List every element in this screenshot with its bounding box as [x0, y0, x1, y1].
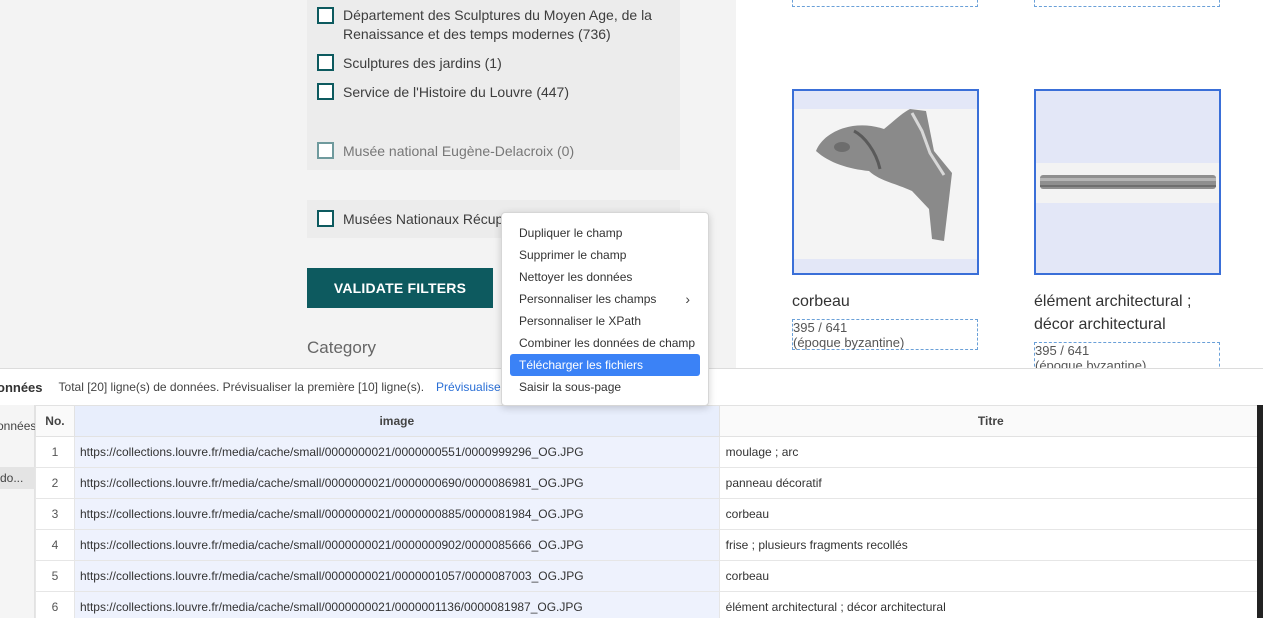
result-card-title[interactable]: corbeau [792, 290, 850, 313]
image-url-cell[interactable]: https://collections.louvre.fr/media/cach… [73, 436, 720, 468]
checkbox[interactable] [317, 54, 334, 71]
row-number: 5 [35, 560, 75, 592]
vertical-scrollbar[interactable] [1257, 405, 1263, 618]
image-url-cell[interactable]: https://collections.louvre.fr/media/cach… [73, 591, 720, 618]
column-header-image[interactable]: image [73, 405, 720, 437]
data-table: No. image Titre 1 https://collections.lo… [35, 405, 1263, 618]
menu-item-clean-data[interactable]: Nettoyer les données [510, 266, 700, 288]
menu-item-delete-field[interactable]: Supprimer le champ [510, 244, 700, 266]
column-header-no[interactable]: No. [35, 405, 75, 437]
menu-item-combine-field-data[interactable]: Combiner les données de champ [510, 332, 700, 354]
column-header-titre[interactable]: Titre [718, 405, 1263, 437]
filter-label: Musée national Eugène-Delacroix (0) [343, 143, 575, 159]
data-summary: Total [20] ligne(s) de données. Prévisua… [58, 380, 425, 394]
table-row: 1 https://collections.louvre.fr/media/ca… [35, 436, 1263, 468]
chevron-right-icon: › [685, 291, 690, 307]
table-row: 3 https://collections.louvre.fr/media/ca… [35, 498, 1263, 530]
category-heading: Category [307, 338, 376, 357]
row-number: 3 [35, 498, 75, 530]
row-number: 4 [35, 529, 75, 561]
titre-cell[interactable]: corbeau [718, 560, 1263, 592]
panel-sidebar: onnées do... [0, 405, 37, 618]
filter-option-delacroix[interactable]: Musée national Eugène-Delacroix (0) [317, 142, 574, 161]
image-url-cell[interactable]: https://collections.louvre.fr/media/cach… [73, 467, 720, 499]
menu-item-duplicate-field[interactable]: Dupliquer le champ [510, 222, 700, 244]
result-card-title[interactable]: élément architectural ; décor architectu… [1034, 290, 1191, 336]
checkbox[interactable] [317, 7, 334, 24]
architectural-element-image [1040, 175, 1216, 189]
result-card-meta: 395 / 641 (époque byzantine) [1034, 342, 1220, 368]
table-header-row: No. image Titre [35, 405, 1263, 437]
filter-option-musees-nationaux[interactable]: Musées Nationaux Récupé [317, 210, 511, 229]
sidebar-label: onnées [0, 419, 37, 433]
result-card-image[interactable] [1034, 89, 1221, 275]
titre-cell[interactable]: frise ; plusieurs fragments recollés [718, 529, 1263, 561]
menu-item-download-files[interactable]: Télécharger les fichiers [510, 354, 700, 376]
field-context-menu: Dupliquer le champ Supprimer le champ Ne… [501, 212, 709, 406]
panel-title: onnées [0, 379, 43, 395]
result-card-meta: 395 / 641 (époque byzantine) [792, 319, 978, 350]
menu-item-label: Personnaliser les champs [519, 292, 657, 306]
results-grid: corbeau 395 / 641 (époque byzantine) élé… [736, 0, 1263, 368]
titre-cell[interactable]: panneau décoratif [718, 467, 1263, 499]
sidebar-item[interactable]: do... [0, 467, 35, 489]
card-meta-partial [1034, 0, 1220, 7]
image-url-cell[interactable]: https://collections.louvre.fr/media/cach… [73, 529, 720, 561]
menu-item-capture-subpage[interactable]: Saisir la sous-page [510, 376, 700, 398]
checkbox[interactable] [317, 142, 334, 159]
filter-label: Sculptures des jardins (1) [343, 55, 502, 71]
row-number: 1 [35, 436, 75, 468]
menu-item-customize-xpath[interactable]: Personnaliser le XPath [510, 310, 700, 332]
image-url-cell[interactable]: https://collections.louvre.fr/media/cach… [73, 498, 720, 530]
filter-label: Musées Nationaux Récupé [343, 211, 512, 227]
result-card-image[interactable] [792, 89, 979, 275]
image-url-cell[interactable]: https://collections.louvre.fr/media/cach… [73, 560, 720, 592]
card-meta-partial [792, 0, 978, 7]
table-row: 5 https://collections.louvre.fr/media/ca… [35, 560, 1263, 592]
validate-filters-button[interactable]: VALIDATE FILTERS [307, 268, 493, 308]
filter-label: Département des Sculptures du Moyen Age,… [343, 7, 652, 42]
filter-label: Service de l'Histoire du Louvre (447) [343, 84, 570, 100]
checkbox[interactable] [317, 210, 334, 227]
checkbox[interactable] [317, 83, 334, 100]
table-row: 6 https://collections.louvre.fr/media/ca… [35, 591, 1263, 618]
row-number: 2 [35, 467, 75, 499]
titre-cell[interactable]: moulage ; arc [718, 436, 1263, 468]
filter-option-histoire-louvre[interactable]: Service de l'Histoire du Louvre (447) [317, 83, 569, 102]
menu-item-customize-fields[interactable]: Personnaliser les champs › [510, 288, 700, 310]
titre-cell[interactable]: élément architectural ; décor architectu… [718, 591, 1263, 618]
filter-option-sculptures-jardins[interactable]: Sculptures des jardins (1) [317, 54, 502, 73]
titre-cell[interactable]: corbeau [718, 498, 1263, 530]
row-number: 6 [35, 591, 75, 618]
corbeau-sculpture-image [816, 109, 952, 241]
filter-option-sculptures-moyen-age[interactable]: Département des Sculptures du Moyen Age,… [317, 6, 652, 44]
table-row: 4 https://collections.louvre.fr/media/ca… [35, 529, 1263, 561]
table-row: 2 https://collections.louvre.fr/media/ca… [35, 467, 1263, 499]
